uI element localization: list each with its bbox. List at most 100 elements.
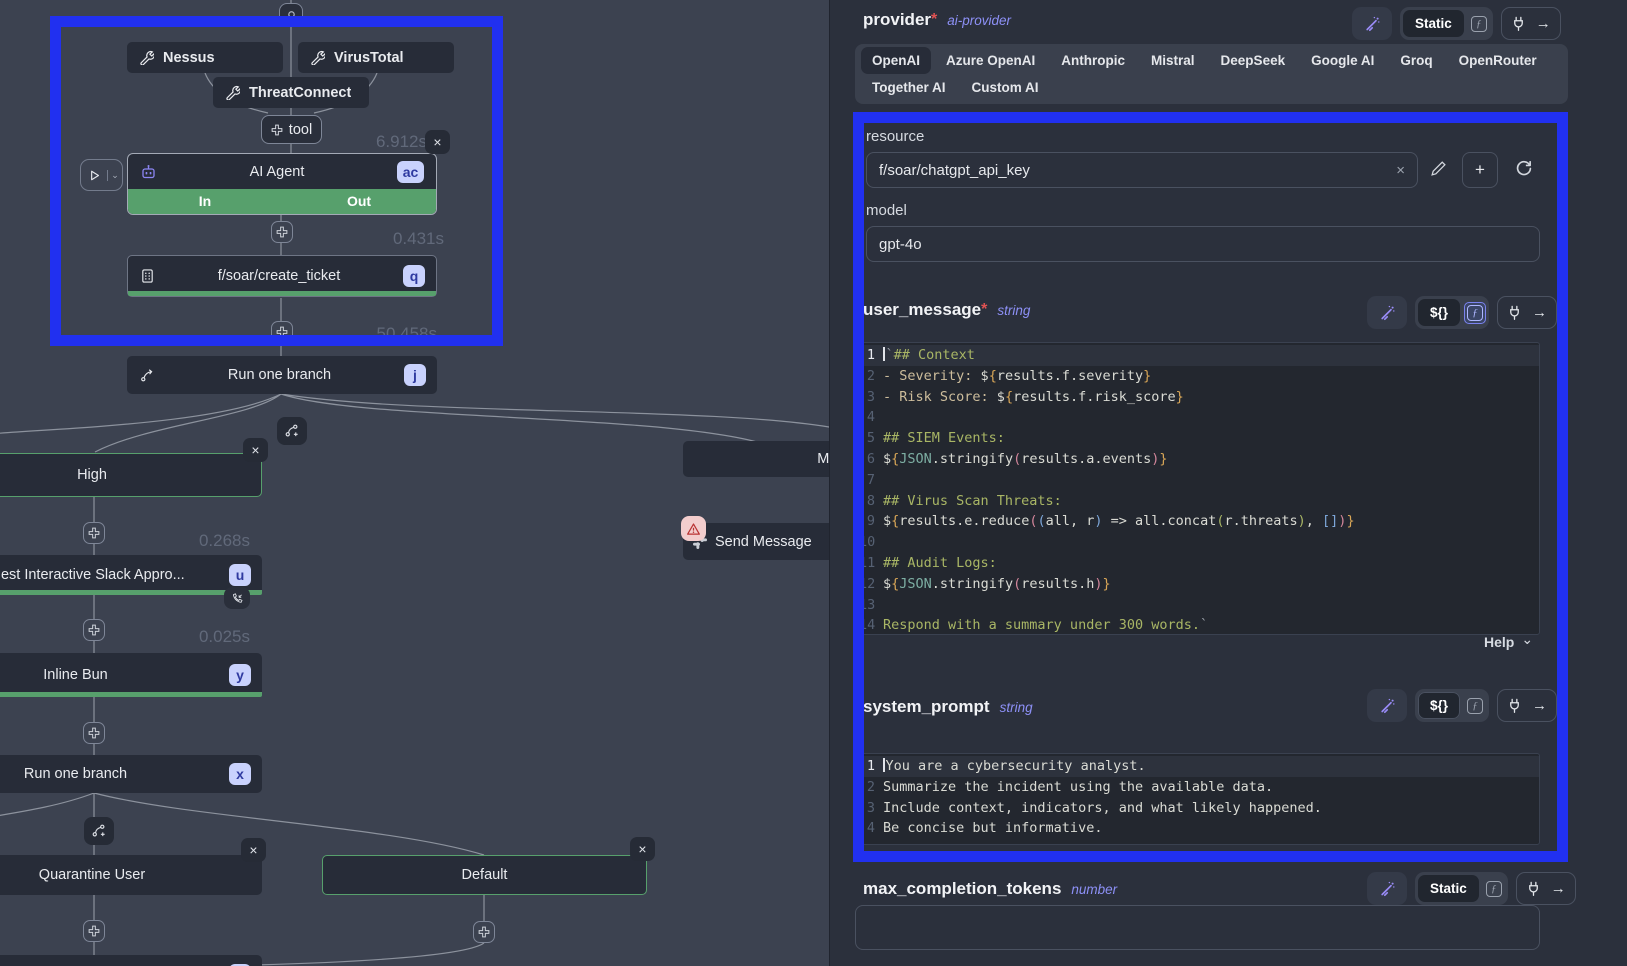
node-quarantine-user[interactable]: Quarantine User — [0, 855, 262, 895]
flow-input-node[interactable] — [279, 3, 303, 25]
node-branch-medium[interactable]: Medium — [683, 441, 829, 477]
run-node-button[interactable]: ⌄ — [80, 159, 123, 191]
node-run-one-branch-top[interactable]: Run one branch j — [127, 356, 437, 394]
add-tool-button[interactable]: tool — [261, 115, 322, 144]
code-line: 5## SIEM Events: — [859, 428, 1539, 449]
tool-node-nessus[interactable]: Nessus — [127, 42, 283, 73]
anchor-icon — [287, 10, 296, 19]
node-label: Request Interactive Slack Appro... — [0, 567, 229, 583]
node-create-ticket[interactable]: f/soar/create_ticket q — [127, 255, 437, 297]
mode-template[interactable]: ${} — [1418, 299, 1460, 326]
insert-step-button[interactable] — [83, 920, 105, 942]
node-label: Quarantine User — [0, 867, 262, 883]
node-inline-bun[interactable]: Inline Bun y — [0, 653, 262, 697]
insert-step-button[interactable] — [83, 722, 105, 744]
resource-value: f/soar/chatgpt_api_key — [879, 162, 1030, 179]
node-label: Default — [323, 867, 646, 883]
close-node-button[interactable]: × — [243, 438, 268, 462]
field-header-provider: provider* ai-provider — [863, 10, 1011, 30]
pencil-icon — [1430, 160, 1447, 177]
input-mode-toggle[interactable]: ${} ƒ — [1415, 689, 1489, 722]
code-line: 7 — [859, 470, 1539, 491]
node-branch-high[interactable]: High — [0, 453, 262, 497]
field-name: provider — [863, 10, 931, 30]
edit-resource-button[interactable] — [1430, 160, 1447, 177]
mode-static[interactable]: Static — [1403, 10, 1464, 37]
tool-node-threatconnect[interactable]: ThreatConnect — [213, 77, 369, 108]
ai-generate-button[interactable] — [1367, 296, 1407, 329]
agent-in-label[interactable]: In — [128, 189, 282, 214]
provider-tab-groq[interactable]: Groq — [1389, 47, 1443, 74]
provider-tab-custom-ai[interactable]: Custom AI — [961, 74, 1050, 101]
provider-tab-anthropic[interactable]: Anthropic — [1050, 47, 1136, 74]
connect-input-group[interactable]: → — [1497, 296, 1557, 329]
provider-tab-mistral[interactable]: Mistral — [1140, 47, 1206, 74]
node-branch-default[interactable]: Default — [322, 855, 647, 895]
provider-tab-deepseek[interactable]: DeepSeek — [1210, 47, 1297, 74]
code-line: 8## Virus Scan Threats: — [859, 491, 1539, 512]
mode-javascript[interactable]: ƒ — [1468, 13, 1490, 35]
mode-javascript[interactable]: ƒ — [1464, 695, 1486, 717]
add-branch-button[interactable] — [84, 817, 114, 845]
suspend-approval-icon — [224, 587, 250, 609]
close-node-button[interactable]: × — [630, 837, 655, 861]
warning-badge — [681, 516, 706, 541]
model-input[interactable]: gpt-4o — [866, 226, 1540, 262]
input-mode-toggle[interactable]: Static ƒ — [1415, 872, 1508, 905]
insert-step-button[interactable] — [473, 921, 495, 943]
plug-icon — [1507, 698, 1522, 714]
connect-input-group[interactable]: → — [1497, 689, 1557, 722]
node-ai-agent[interactable]: AI Agent ac In Out — [127, 153, 437, 215]
help-dropdown[interactable]: Help ⌄ — [1484, 634, 1533, 650]
provider-tab-together-ai[interactable]: Together AI — [861, 74, 957, 101]
user-message-editor[interactable]: 1`## Context2- Severity: ${results.f.sev… — [858, 342, 1540, 635]
connect-input-group[interactable]: → — [1516, 872, 1576, 905]
close-node-button[interactable]: × — [425, 130, 450, 154]
node-label: Send Message — [715, 534, 812, 550]
clear-resource-icon[interactable]: × — [1396, 162, 1405, 179]
node-label: ThreatConnect — [249, 85, 351, 101]
code-line: 3- Risk Score: ${results.f.risk_score} — [859, 387, 1539, 408]
insert-step-button[interactable] — [271, 321, 293, 343]
node-run-one-branch-bottom[interactable]: Run one branch x — [0, 755, 262, 793]
tool-node-virustotal[interactable]: VirusTotal — [298, 42, 454, 73]
plug-icon — [1507, 305, 1522, 321]
agent-out-label[interactable]: Out — [282, 189, 436, 214]
chevron-down-icon[interactable]: ⌄ — [107, 170, 122, 181]
mode-template[interactable]: ${} — [1418, 692, 1460, 719]
app-window: Nessus VirusTotal ThreatConnect tool 6.9… — [0, 0, 1627, 966]
insert-step-button[interactable] — [83, 522, 105, 544]
code-line: 6${JSON.stringify(results.a.events)} — [859, 449, 1539, 470]
provider-tab-openrouter[interactable]: OpenRouter — [1448, 47, 1548, 74]
mode-javascript[interactable]: ƒ — [1464, 302, 1486, 324]
provider-tab-openai[interactable]: OpenAI — [861, 47, 931, 74]
refresh-resources-button[interactable] — [1514, 159, 1533, 178]
provider-tab-azure-openai[interactable]: Azure OpenAI — [935, 47, 1046, 74]
agent-inout-bar[interactable]: In Out — [128, 189, 436, 214]
arrow-right-icon: → — [1536, 15, 1551, 32]
add-resource-button[interactable]: + — [1462, 152, 1498, 188]
add-branch-button[interactable] — [277, 417, 307, 445]
resource-input[interactable]: f/soar/chatgpt_api_key × — [866, 152, 1418, 188]
ai-generate-button[interactable] — [1367, 689, 1407, 722]
code-line: 1You are a cybersecurity analyst. — [859, 756, 1539, 777]
partial-node[interactable] — [0, 955, 262, 966]
input-mode-toggle[interactable]: Static ƒ — [1400, 7, 1493, 40]
system-prompt-editor[interactable]: 1You are a cybersecurity analyst.2Summar… — [858, 753, 1540, 845]
provider-tab-google-ai[interactable]: Google AI — [1300, 47, 1385, 74]
ai-generate-button[interactable] — [1352, 7, 1392, 40]
mode-static[interactable]: Static — [1418, 875, 1479, 902]
insert-step-button[interactable] — [83, 619, 105, 641]
success-indicator — [128, 291, 436, 296]
max-tokens-input[interactable] — [855, 905, 1540, 950]
insert-step-button[interactable] — [271, 221, 293, 243]
input-mode-toggle[interactable]: ${} ƒ — [1415, 296, 1489, 329]
connect-input-group[interactable]: → — [1501, 7, 1561, 40]
mode-javascript[interactable]: ƒ — [1483, 878, 1505, 900]
plus-icon — [88, 925, 100, 937]
flow-canvas[interactable]: Nessus VirusTotal ThreatConnect tool 6.9… — [0, 0, 829, 966]
node-slack-approval[interactable]: Request Interactive Slack Appro... u — [0, 555, 262, 595]
code-line: 14Respond with a summary under 300 words… — [859, 615, 1539, 635]
close-node-button[interactable]: × — [241, 838, 266, 862]
ai-generate-button[interactable] — [1367, 872, 1407, 905]
